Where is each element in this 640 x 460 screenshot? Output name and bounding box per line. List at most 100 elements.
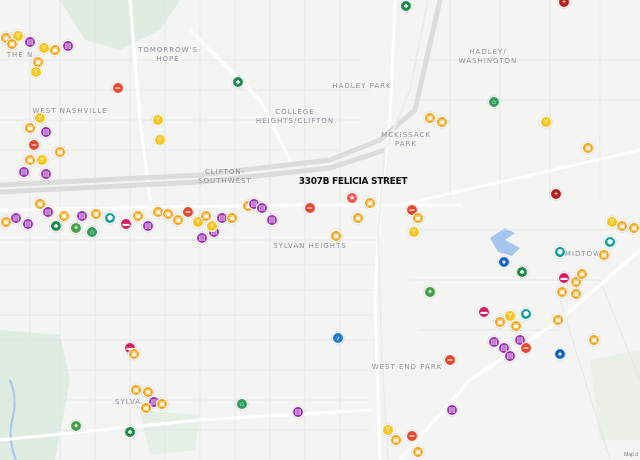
park-marker-icon[interactable]: ♣: [400, 0, 412, 12]
restaurant-marker-icon[interactable]: ▣: [412, 212, 424, 224]
gym-marker-icon[interactable]: ═: [304, 202, 316, 214]
shopping-marker-icon[interactable]: ▤: [40, 168, 52, 180]
grocery-marker-icon[interactable]: ⌂: [236, 398, 248, 410]
map-attribution[interactable]: Map d: [624, 452, 638, 458]
neighborhood-label-line: PARK: [394, 140, 418, 148]
restaurant-marker-icon[interactable]: ▣: [156, 398, 168, 410]
neighborhood-label-clifton-southwest: CLIFTON- SOUTHWEST: [198, 168, 252, 186]
shopping-marker-icon[interactable]: ▤: [42, 206, 54, 218]
shopping-marker-icon[interactable]: ▤: [22, 218, 34, 230]
shopping-marker-icon[interactable]: ▤: [18, 166, 30, 178]
restaurant-marker-icon[interactable]: ▣: [510, 320, 522, 332]
health-marker-icon[interactable]: +: [550, 188, 562, 200]
restaurant-marker-icon[interactable]: ▣: [6, 38, 18, 50]
restaurant-marker-icon[interactable]: ▣: [130, 384, 142, 396]
coffee-marker-icon[interactable]: ▬: [478, 306, 490, 318]
neighborhood-label-line: SYLVA: [115, 398, 141, 406]
shopping-marker-icon[interactable]: ▤: [446, 404, 458, 416]
park-marker-icon[interactable]: ♣: [516, 266, 528, 278]
restaurant-marker-icon[interactable]: ▣: [128, 348, 140, 360]
restaurant-marker-icon[interactable]: ▣: [412, 446, 424, 458]
neighborhood-label-west-end-park: WEST END PARK: [372, 363, 443, 372]
pet-marker-icon[interactable]: ✦: [70, 420, 82, 432]
restaurant-marker-icon[interactable]: ▣: [582, 142, 594, 154]
park-marker-icon[interactable]: ♣: [50, 220, 62, 232]
shopping-marker-icon[interactable]: ▤: [142, 220, 154, 232]
shopping-marker-icon[interactable]: ▤: [196, 232, 208, 244]
grocery-marker-icon[interactable]: ⌂: [488, 96, 500, 108]
bar-marker-icon[interactable]: Y: [154, 134, 166, 146]
bar-marker-icon[interactable]: Y: [36, 154, 48, 166]
pet-marker-icon[interactable]: ✦: [424, 286, 436, 298]
gym-marker-icon[interactable]: ═: [182, 206, 194, 218]
shopping-marker-icon[interactable]: ▤: [504, 350, 516, 362]
restaurant-marker-icon[interactable]: ▣: [616, 220, 628, 232]
current-location-marker-icon[interactable]: ★: [346, 192, 358, 204]
restaurant-marker-icon[interactable]: ▣: [49, 44, 61, 56]
transit-marker-icon[interactable]: ⬢: [520, 308, 532, 320]
restaurant-marker-icon[interactable]: ▣: [24, 122, 36, 134]
gym-marker-icon[interactable]: ═: [444, 354, 456, 366]
bar-marker-icon[interactable]: Y: [206, 220, 218, 232]
restaurant-marker-icon[interactable]: ▣: [352, 212, 364, 224]
bar-marker-icon[interactable]: Y: [540, 116, 552, 128]
restaurant-marker-icon[interactable]: ▣: [58, 210, 70, 222]
coffee-marker-icon[interactable]: ▬: [558, 272, 570, 284]
restaurant-marker-icon[interactable]: ▣: [390, 434, 402, 446]
restaurant-marker-icon[interactable]: ▣: [140, 402, 152, 414]
map-canvas[interactable]: TOMORROW'S HOPE HADLEY PARK HADLEY/WASHINGT…: [0, 0, 640, 460]
transit-marker-icon[interactable]: ⬢: [554, 246, 566, 258]
shopping-marker-icon[interactable]: ▤: [40, 126, 52, 138]
shopping-marker-icon[interactable]: ▤: [266, 214, 278, 226]
neighborhood-label-line: TOMORROW'S: [138, 46, 198, 54]
neighborhood-label-line: WASHINGTON: [458, 57, 518, 65]
bar-marker-icon[interactable]: Y: [152, 114, 164, 126]
restaurant-marker-icon[interactable]: ▣: [330, 230, 342, 242]
restaurant-marker-icon[interactable]: ▣: [552, 314, 564, 326]
restaurant-marker-icon[interactable]: ▣: [54, 146, 66, 158]
park-marker-icon[interactable]: ♣: [232, 76, 244, 88]
shopping-marker-icon[interactable]: ▤: [256, 202, 268, 214]
shopping-marker-icon[interactable]: ▤: [62, 40, 74, 52]
neighborhood-label-line: MIDTOW: [564, 250, 602, 258]
sports-marker-icon[interactable]: ●: [554, 348, 566, 360]
pet-marker-icon[interactable]: ✦: [70, 222, 82, 234]
restaurant-marker-icon[interactable]: ▣: [556, 286, 568, 298]
neighborhood-label-hadley-park: HADLEY PARK: [332, 82, 391, 91]
restaurant-marker-icon[interactable]: ▣: [570, 288, 582, 300]
restaurant-marker-icon[interactable]: ▣: [588, 334, 600, 346]
restaurant-marker-icon[interactable]: ▣: [424, 112, 436, 124]
bar-marker-icon[interactable]: Y: [34, 112, 46, 124]
restaurant-marker-icon[interactable]: ▣: [90, 208, 102, 220]
gym-marker-icon[interactable]: ═: [406, 430, 418, 442]
neighborhood-label-college-heights: COLLEGE HEIGHTS/CLIFTON: [256, 108, 334, 126]
restaurant-marker-icon[interactable]: ▣: [132, 210, 144, 222]
shopping-marker-icon[interactable]: ▤: [292, 406, 304, 418]
gym-marker-icon[interactable]: ═: [112, 82, 124, 94]
gym-marker-icon[interactable]: ═: [28, 139, 40, 151]
restaurant-marker-icon[interactable]: ▣: [576, 268, 588, 280]
neighborhood-label-line: THE N: [6, 51, 34, 59]
restaurant-marker-icon[interactable]: ▣: [226, 212, 238, 224]
restaurant-marker-icon[interactable]: ▣: [364, 197, 376, 209]
sports-marker-icon[interactable]: ●: [498, 256, 510, 268]
gym-marker-icon[interactable]: ═: [520, 342, 532, 354]
restaurant-marker-icon[interactable]: ▣: [436, 116, 448, 128]
restaurant-marker-icon[interactable]: ▣: [172, 214, 184, 226]
shopping-marker-icon[interactable]: ▤: [76, 210, 88, 222]
restaurant-marker-icon[interactable]: ▣: [598, 249, 610, 261]
grocery-marker-icon[interactable]: ⌂: [86, 226, 98, 238]
shopping-marker-icon[interactable]: ▤: [10, 212, 22, 224]
restaurant-marker-icon[interactable]: ▣: [24, 154, 36, 166]
restaurant-marker-icon[interactable]: ▣: [628, 222, 640, 234]
transit-marker-icon[interactable]: ⬢: [104, 212, 116, 224]
neighborhood-label-the-nations: THE N: [7, 51, 33, 60]
bar-marker-icon[interactable]: Y: [408, 226, 420, 238]
music-marker-icon[interactable]: ♪: [332, 332, 344, 344]
park-marker-icon[interactable]: ♣: [124, 426, 136, 438]
neighborhood-label-mckissack-park: MCKISSACK PARK: [381, 131, 431, 149]
bar-marker-icon[interactable]: Y: [30, 66, 42, 78]
coffee-marker-icon[interactable]: ▬: [120, 218, 132, 230]
transit-marker-icon[interactable]: ⬢: [604, 236, 616, 248]
shopping-marker-icon[interactable]: ▤: [24, 36, 36, 48]
